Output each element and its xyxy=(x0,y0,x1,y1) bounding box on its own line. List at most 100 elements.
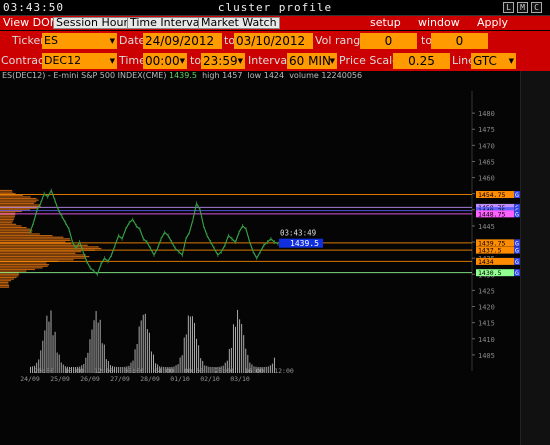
volume-profile-bar xyxy=(0,275,19,277)
volume-profile-bar xyxy=(0,217,15,219)
x-tick-date: 27/09 xyxy=(110,375,130,383)
vol-from-field[interactable]: 0 xyxy=(360,33,417,49)
tab-time-interval[interactable]: Time Interval xyxy=(127,17,206,29)
volume-bar xyxy=(140,320,142,373)
volume-bar xyxy=(241,323,243,373)
volume-bar xyxy=(150,351,152,373)
volume-profile-bar xyxy=(0,199,39,201)
y-tick-label: 1465 xyxy=(478,158,495,166)
setup-button[interactable]: setup xyxy=(370,17,401,29)
volume-profile-bar xyxy=(0,222,13,224)
volume-profile-bar xyxy=(0,230,33,232)
volume-profile-bar xyxy=(0,286,10,288)
window-button-l[interactable]: L xyxy=(503,2,514,13)
level-tag: G xyxy=(515,269,519,277)
volume-bar xyxy=(56,352,58,373)
volume-bar xyxy=(175,365,177,373)
volume-bar xyxy=(148,332,150,373)
window-button-c[interactable]: C xyxy=(531,2,542,13)
volume-profile-bar xyxy=(0,189,13,192)
volume-profile-bar xyxy=(0,228,31,230)
volume-profile-bar xyxy=(0,202,35,204)
tab-market-watch[interactable]: Market Watch xyxy=(198,17,280,29)
interval-label: Interval xyxy=(248,54,291,67)
volume-bar xyxy=(85,357,87,373)
volume-bar xyxy=(142,314,144,373)
symbol-text: ES(DEC12) - E-mini S&P 500 INDEX(CME) xyxy=(2,71,167,80)
apply-button[interactable]: Apply xyxy=(477,17,508,29)
volume-profile-bar xyxy=(0,259,74,261)
window-button-m[interactable]: M xyxy=(517,2,528,13)
volume-bar xyxy=(191,316,193,373)
volume-bar xyxy=(122,366,124,373)
volume-bar xyxy=(118,366,120,373)
volume-profile-bar xyxy=(0,235,53,237)
chevron-down-icon: ▼ xyxy=(109,57,115,65)
volume-profile-bar xyxy=(0,196,31,198)
y-tick-label: 1470 xyxy=(478,142,495,150)
volume-profile-bar xyxy=(0,273,20,275)
y-tick-label: 1475 xyxy=(478,126,495,134)
volume-text: volume 12240056 xyxy=(289,71,363,80)
volume-bar xyxy=(58,354,60,373)
volume-bar xyxy=(87,352,89,373)
volume-profile-bar xyxy=(0,247,102,250)
y-tick-label: 1415 xyxy=(478,320,495,328)
volume-bar xyxy=(99,319,101,373)
chart-area[interactable]: 1480147514701465146014551450144514401435… xyxy=(0,71,550,445)
volume-bar xyxy=(187,315,189,373)
level-label: 1434 xyxy=(478,258,494,266)
time-to-field[interactable]: 23:59 ▼ xyxy=(201,53,245,69)
volume-profile-bar xyxy=(0,238,71,240)
y-tick-label: 1445 xyxy=(478,223,495,231)
volume-bar xyxy=(235,326,236,373)
volume-bar xyxy=(146,329,148,373)
date-to-field[interactable]: 03/10/2012 xyxy=(234,33,313,49)
x-tick-date: 03/10 xyxy=(230,375,250,383)
time-from-field[interactable]: 00:00 ▼ xyxy=(143,53,187,69)
volume-profile-bar xyxy=(0,280,12,282)
interval-select[interactable]: 60 MIN ▼ xyxy=(287,53,337,69)
volume-profile-bar xyxy=(0,218,14,221)
volume-profile-bar xyxy=(0,246,99,248)
volume-profile-bar xyxy=(0,281,9,283)
volume-bar xyxy=(189,316,191,373)
low-text: low 1424 xyxy=(247,71,285,80)
line-select[interactable]: GTC ▼ xyxy=(471,53,516,69)
y-tick-label: 1420 xyxy=(478,304,495,312)
level-tag: G xyxy=(515,210,519,218)
y-tick-label: 1405 xyxy=(478,352,495,360)
price-chart[interactable]: 1480147514701465146014551450144514401435… xyxy=(0,71,520,445)
volume-profile-bar xyxy=(0,191,13,193)
contract-select[interactable]: DEC12 ▼ xyxy=(42,53,117,69)
level-tag: G xyxy=(515,247,519,255)
volume-bar xyxy=(50,310,52,373)
chevron-down-icon: ▼ xyxy=(109,37,115,45)
chevron-down-icon: ▼ xyxy=(508,57,514,65)
ticker-select[interactable]: ES ▼ xyxy=(42,33,117,49)
vol-to-field[interactable]: 0 xyxy=(431,33,488,49)
time-to-label: to xyxy=(190,54,202,67)
volume-bar xyxy=(114,366,116,373)
volume-profile-bar xyxy=(0,255,90,258)
x-tick-time: 12:00 xyxy=(94,367,114,375)
volume-bar xyxy=(120,366,122,373)
y-tick-label: 1460 xyxy=(478,175,495,183)
volume-profile-bar xyxy=(0,226,27,229)
volume-bar xyxy=(97,322,99,373)
instrument-info: ES(DEC12) - E-mini S&P 500 INDEX(CME) 14… xyxy=(2,71,362,80)
volume-profile-bar xyxy=(0,223,17,225)
volume-profile-bar xyxy=(0,220,14,222)
volume-profile-bar xyxy=(0,201,37,203)
price-scale-field[interactable]: 0.25 xyxy=(393,53,450,69)
tab-session-hours[interactable]: Session Hours xyxy=(53,17,137,29)
window-button[interactable]: window xyxy=(418,17,460,29)
volume-profile-bar xyxy=(0,236,64,238)
volume-bar xyxy=(239,319,241,373)
right-panel xyxy=(520,71,550,445)
volume-bar xyxy=(263,366,265,373)
chevron-down-icon: ▼ xyxy=(329,57,335,65)
date-from-field[interactable]: 24/09/2012 xyxy=(143,33,222,49)
chevron-down-icon: ▼ xyxy=(179,57,185,65)
volume-bar xyxy=(60,362,62,373)
